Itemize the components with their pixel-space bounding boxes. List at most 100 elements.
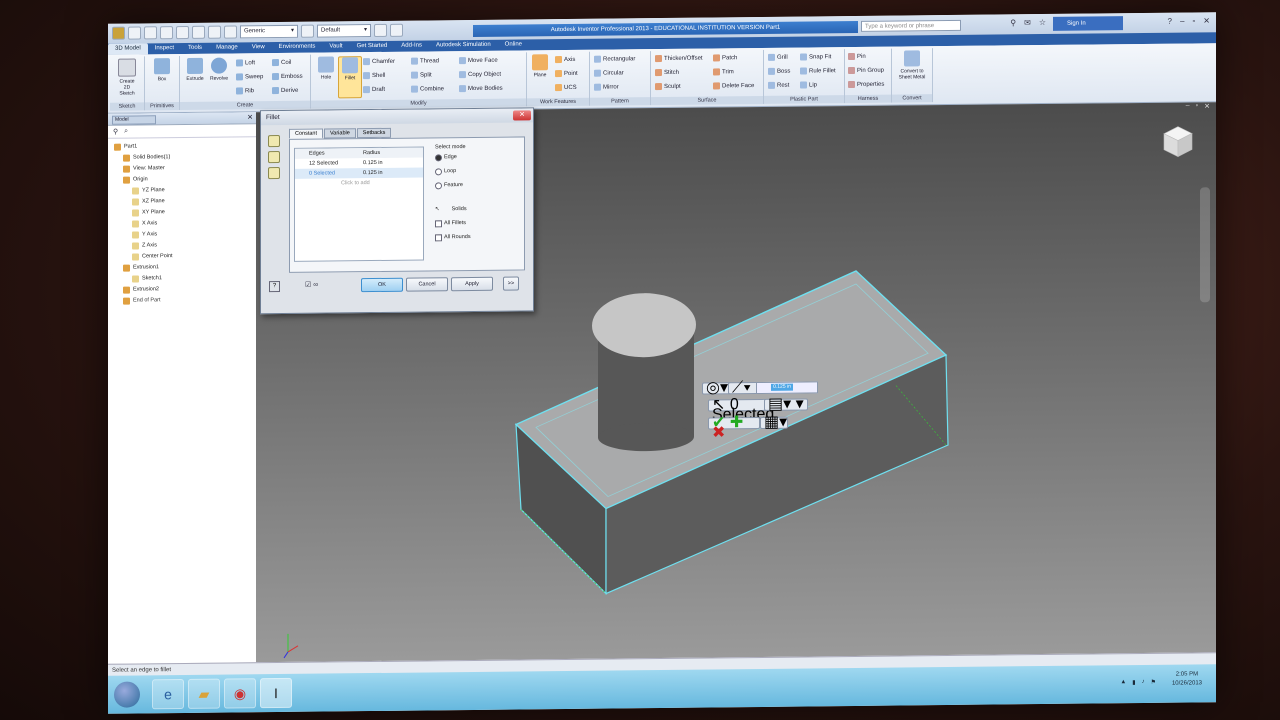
mode-edge-option[interactable]: Edge [435,150,471,164]
shell-button[interactable]: Shell [363,72,385,80]
radius-cell[interactable]: 0.125 in [363,158,383,168]
communication-icon[interactable]: ✉ [1024,18,1031,27]
help-icon[interactable]: ? [1168,17,1172,26]
new-icon[interactable] [128,26,141,40]
select-icon[interactable] [224,25,237,39]
tab-vault[interactable]: Vault [322,41,349,52]
filter-icon[interactable]: ⚲ [113,128,118,136]
mode-loop-option[interactable]: Loop [435,164,471,178]
ie-taskbar-icon[interactable]: e [152,679,184,710]
material-combo[interactable]: Generic ▾ [240,24,298,39]
click-to-add[interactable]: Click to add [295,178,423,189]
tab-view[interactable]: View [245,42,272,53]
move-face-button[interactable]: Move Face [459,57,498,65]
start-button-icon[interactable] [114,681,140,708]
tray-arrow-icon[interactable]: ▲ [1120,679,1126,686]
find-icon[interactable]: ⌕ [124,128,128,136]
star-icon[interactable]: ☆ [1039,18,1046,27]
close-icon[interactable]: ✕ [513,110,531,121]
flag-icon[interactable]: ⚑ [1151,679,1156,686]
all-rounds-checkbox[interactable]: All Rounds [435,230,471,244]
rib-button[interactable]: Rib [236,87,254,95]
convert-sheet-metal-button[interactable]: Convert to Sheet Metal [898,50,926,81]
stitch-button[interactable]: Stitch [655,69,679,77]
pin-button[interactable]: Pin [848,52,866,61]
mirror-button[interactable]: Mirror [594,83,619,91]
circular-button[interactable]: Circular [594,69,624,77]
browser-node[interactable]: End of Part [114,294,256,306]
parameters-icon[interactable] [374,23,387,38]
apply-button[interactable]: Apply [451,276,493,292]
mini-toolbar-selection[interactable]: ↖ 0 Selected [708,396,774,423]
maximize-icon[interactable]: ▫ [1192,16,1195,25]
appearance-icon[interactable] [301,24,314,38]
box-button[interactable]: Box [151,58,173,82]
mode-feature-option[interactable]: Feature [435,178,471,192]
pin-group-button[interactable]: Pin Group [848,66,884,75]
tab-add-ins[interactable]: Add-Ins [394,40,429,51]
move-bodies-button[interactable]: Move Bodies [459,85,503,93]
thread-button[interactable]: Thread [411,57,439,65]
volume-icon[interactable]: ♪ [1142,679,1145,686]
chamfer-button[interactable]: Chamfer [363,58,395,66]
coil-button[interactable]: Coil [272,59,291,67]
radius-input[interactable]: 0.125 in [756,381,818,395]
snap-fit-button[interactable]: Snap Fit [800,53,831,61]
sign-in-button[interactable]: Sign In [1053,16,1123,31]
cancel-button[interactable]: Cancel [406,277,448,292]
add-plus-icon[interactable]: ✚ [730,414,743,431]
copy-object-button[interactable]: Copy Object [459,71,501,79]
explorer-taskbar-icon[interactable]: ▰ [188,678,220,709]
binoculars-icon[interactable]: ⚲ [1010,18,1016,27]
revolve-button[interactable]: Revolve [208,57,230,82]
split-button[interactable]: Split [411,71,432,79]
undo-icon[interactable] [176,25,189,40]
minimize-icon[interactable]: – [1180,17,1184,26]
tab-constant[interactable]: Constant [289,128,324,139]
update-icon[interactable] [390,23,403,37]
boss-button[interactable]: Boss [768,67,790,75]
save-icon[interactable] [160,26,173,40]
tab-inspect[interactable]: Inspect [148,43,181,54]
thicken-offset-button[interactable]: Thicken/Offset [655,55,703,63]
emboss-button[interactable]: Emboss [272,73,303,81]
rule-fillet-button[interactable]: Rule Fillet [800,67,836,75]
cancel-x-icon[interactable]: ✖ [712,424,725,441]
solids-selector[interactable]: ↖ Solids [435,202,471,216]
sculpt-button[interactable]: Sculpt [655,83,681,91]
tab-environments[interactable]: Environments [272,42,323,54]
tab-online[interactable]: Online [498,39,529,50]
more-button[interactable]: >> [503,276,519,291]
lip-button[interactable]: Lip [800,81,817,89]
rectangular-button[interactable]: Rectangular [594,55,635,63]
full-round-fillet-icon[interactable] [268,167,280,180]
trim-button[interactable]: Trim [713,68,734,76]
close-icon[interactable]: ✕ [1203,16,1210,25]
open-icon[interactable] [144,26,157,40]
loft-button[interactable]: Loft [236,59,255,67]
tab-variable[interactable]: Variable [324,128,356,139]
close-icon[interactable]: ✕ [247,113,253,121]
extrude-button[interactable]: Extrude [184,57,206,82]
rest-button[interactable]: Rest [768,81,789,89]
dialog-title-bar[interactable]: Fillet ✕ [261,108,533,126]
tab-setbacks[interactable]: Setbacks [356,127,392,139]
create-sketch-button[interactable]: Create 2D Sketch [116,58,138,97]
tab-get-started[interactable]: Get Started [350,41,395,52]
clock[interactable]: 2:05 PM 10/26/2013 [1172,670,1202,688]
radius-cell[interactable]: 0.125 in [363,168,383,178]
browser-title[interactable]: Model [112,115,156,125]
properties-button[interactable]: Properties [848,80,884,89]
combine-button[interactable]: Combine [411,85,444,93]
mini-toolbar-options[interactable]: ▤▾ ▾ [764,396,808,413]
draft-button[interactable]: Draft [363,86,385,94]
tab-autodesk-simulation[interactable]: Autodesk Simulation [429,40,498,52]
mini-toolbar-more[interactable]: ▦▾ [760,414,788,431]
app-menu-icon[interactable] [112,26,125,40]
face-fillet-icon[interactable] [268,151,280,164]
grill-button[interactable]: Grill [768,53,788,61]
ucs-button[interactable]: UCS [555,84,577,92]
search-input[interactable]: Type a keyword or phrase [861,19,961,32]
plane-button[interactable]: Plane [529,54,551,78]
inventor-taskbar-icon[interactable]: I [260,677,292,709]
